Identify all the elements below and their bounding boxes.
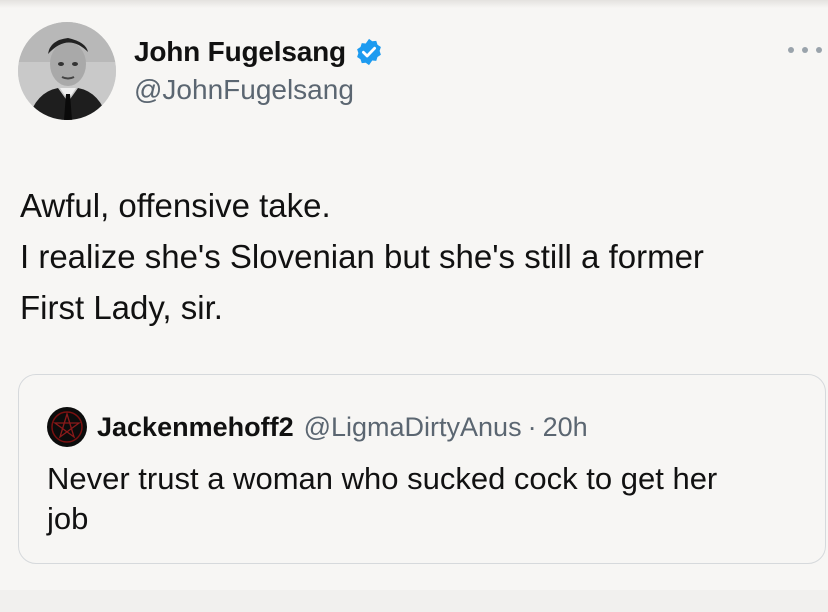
- author-handle[interactable]: @JohnFugelsang: [134, 74, 384, 106]
- author-avatar[interactable]: [18, 22, 116, 120]
- tweet-text: Awful, offensive take. I realize she's S…: [20, 180, 810, 333]
- more-dot: [788, 47, 794, 53]
- quoted-author-avatar[interactable]: [47, 407, 87, 447]
- quoted-tweet-text-line: Never trust a woman who sucked cock to g…: [47, 461, 718, 496]
- quoted-tweet-card[interactable]: Jackenmehoff2 @LigmaDirtyAnus · 20h Neve…: [18, 374, 826, 564]
- quoted-tweet-text: Never trust a woman who sucked cock to g…: [47, 459, 807, 539]
- author-block: John Fugelsang @JohnFugelsang: [134, 36, 384, 106]
- tweet-text-line: I realize she's Slovenian but she's stil…: [20, 238, 704, 275]
- quoted-author-name[interactable]: Jackenmehoff2: [97, 412, 294, 443]
- more-dot: [816, 47, 822, 53]
- bottom-edge: [0, 590, 828, 612]
- top-edge: [0, 0, 828, 8]
- quoted-tweet-text-line: job: [47, 501, 89, 536]
- quoted-tweet-header: Jackenmehoff2 @LigmaDirtyAnus · 20h: [47, 407, 588, 447]
- author-name-row: John Fugelsang: [134, 36, 384, 68]
- author-display-name[interactable]: John Fugelsang: [134, 36, 346, 68]
- quoted-author-handle[interactable]: @LigmaDirtyAnus: [304, 412, 522, 443]
- tweet-text-line: First Lady, sir.: [20, 289, 223, 326]
- verified-badge-icon[interactable]: [354, 37, 384, 67]
- more-dot: [802, 47, 808, 53]
- quoted-tweet-timestamp[interactable]: 20h: [543, 412, 588, 443]
- tweet-text-line: Awful, offensive take.: [20, 187, 331, 224]
- more-options-icon[interactable]: [788, 44, 822, 56]
- separator-dot: ·: [527, 411, 537, 442]
